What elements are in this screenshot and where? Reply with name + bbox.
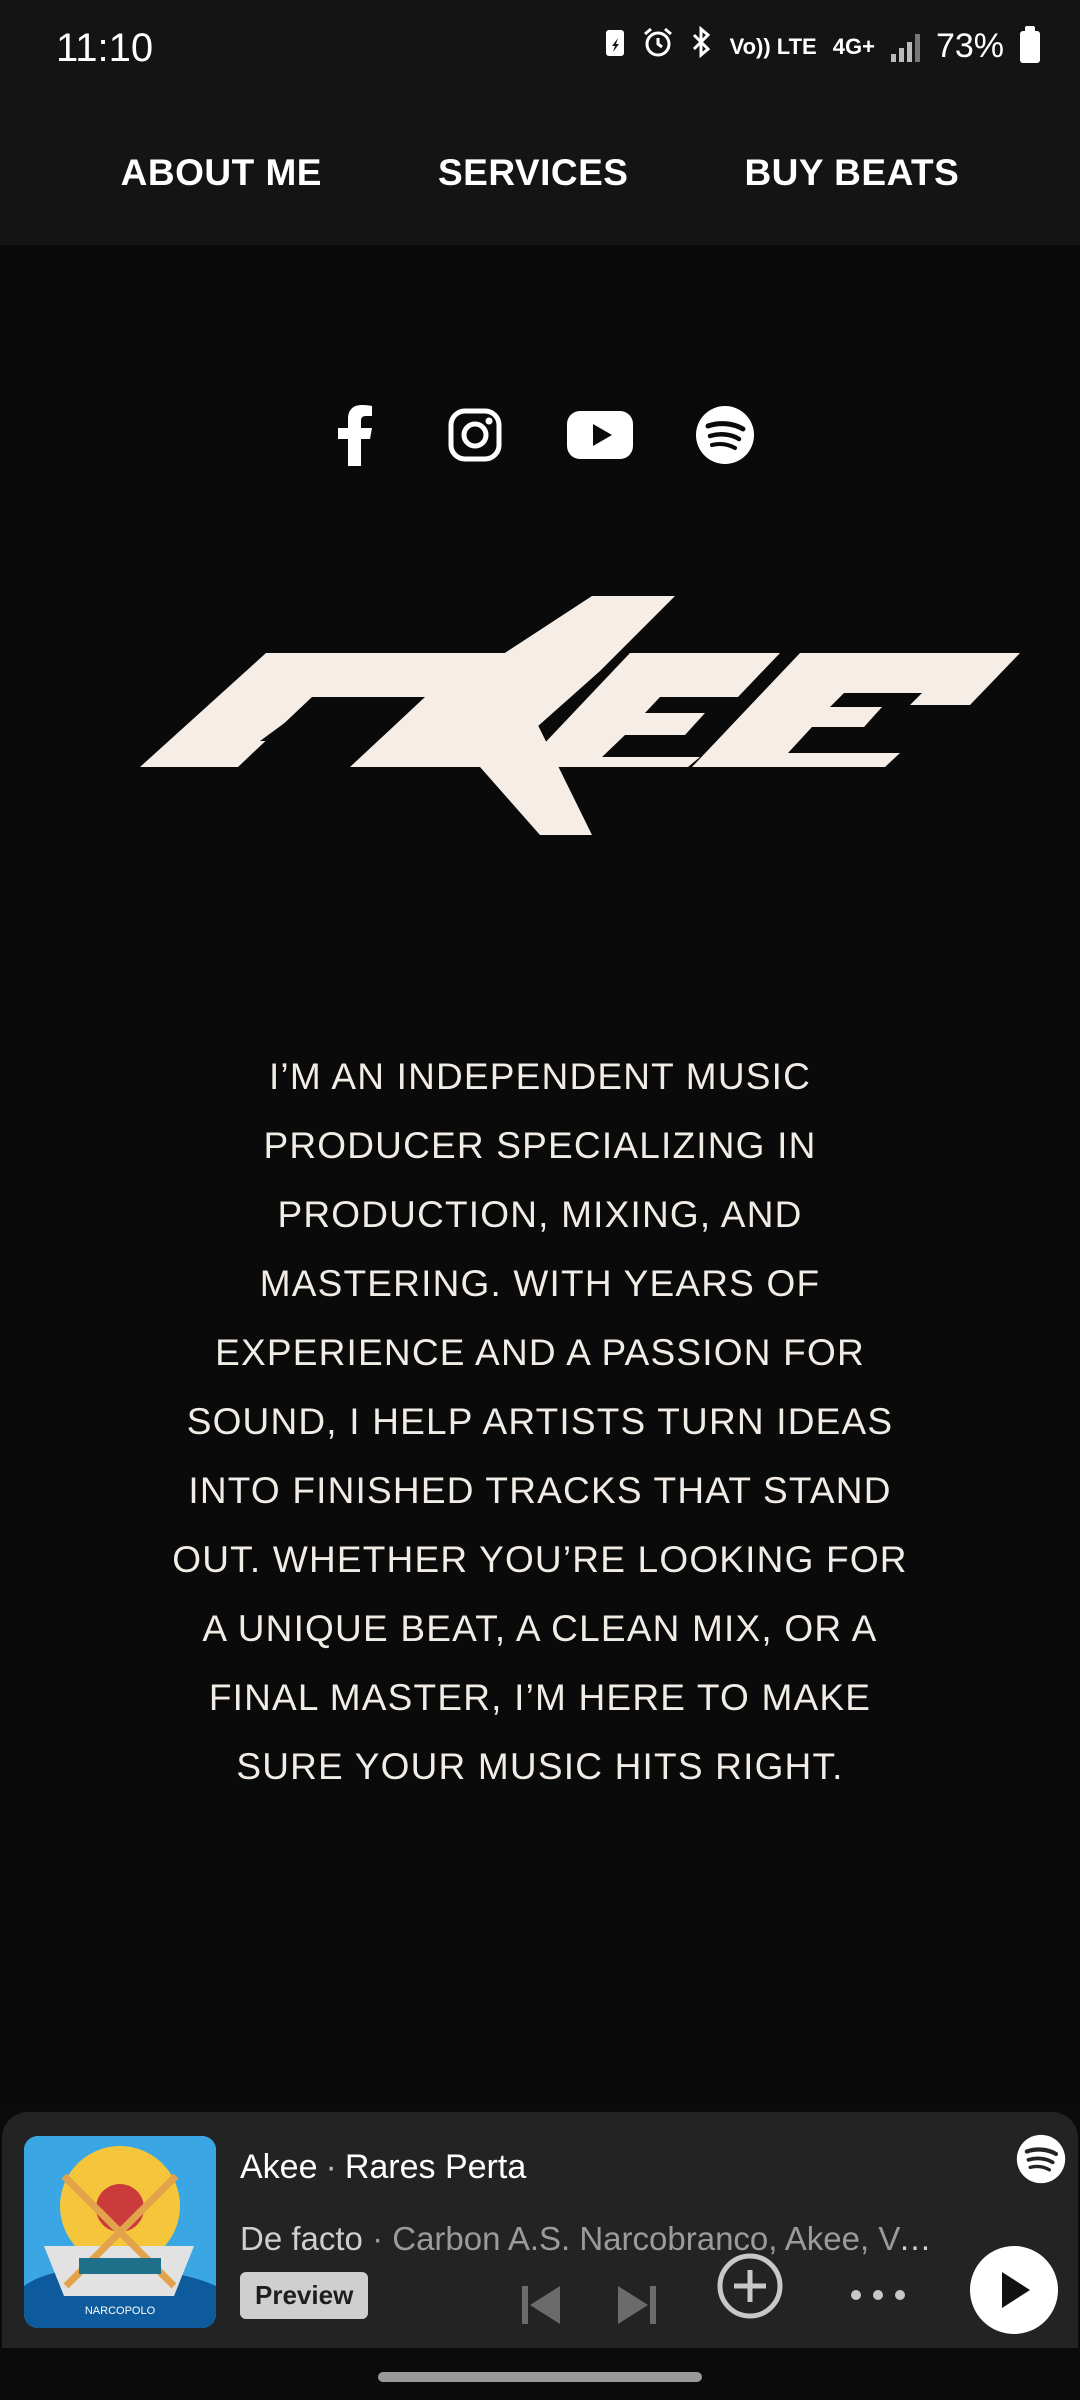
nav-services[interactable]: SERVICES: [438, 152, 628, 194]
add-to-library-icon[interactable]: [716, 2252, 784, 2325]
track-title[interactable]: De facto: [240, 2220, 363, 2257]
spotify-player: NARCOPOLO Akee · Rares Perta De facto · Ca…: [2, 2112, 1078, 2348]
alarm-icon: [642, 26, 674, 67]
bio-text: I’M AN INDEPENDENT MUSIC PRODUCER SPECIA…: [172, 1056, 908, 1787]
home-indicator[interactable]: [378, 2372, 702, 2382]
social-links: [0, 400, 1080, 470]
track-artists: Carbon A.S. Narcobranco, Akee, Ve...: [392, 2220, 940, 2257]
battery-icon: [1020, 25, 1040, 63]
instagram-icon[interactable]: [440, 400, 510, 470]
battery-percent: 73%: [935, 27, 1004, 65]
bluetooth-icon: [690, 25, 714, 67]
akee-logo: akee: [140, 595, 1020, 835]
main-content: akee I’M AN INDEPENDENT MUSIC PRODUCER S…: [0, 245, 1080, 2322]
play-icon: [1002, 2272, 1030, 2308]
youtube-icon[interactable]: [560, 400, 640, 470]
status-bar: 11:10 Vo)) LTE 4G+ 73%: [0, 0, 1080, 100]
play-button[interactable]: [970, 2246, 1058, 2334]
network-indicator: 4G+: [832, 33, 875, 59]
preview-badge: Preview: [240, 2272, 369, 2319]
status-time: 11:10: [56, 26, 154, 70]
more-options-icon[interactable]: [848, 2288, 908, 2307]
album-cover-text: NARCOPOLO: [85, 2305, 156, 2317]
player-track[interactable]: De facto · Carbon A.S. Narcobranco, Akee…: [240, 2220, 940, 2258]
status-icons: Vo)) LTE 4G+ 73%: [604, 25, 1040, 67]
previous-track-icon[interactable]: [518, 2282, 564, 2333]
signal-icon: [890, 32, 920, 62]
top-navigation: ABOUT ME SERVICES BUY BEATS: [0, 100, 1080, 245]
facebook-icon[interactable]: [320, 400, 390, 470]
next-track-icon[interactable]: [614, 2282, 660, 2333]
nav-about-me[interactable]: ABOUT ME: [121, 152, 322, 194]
battery-saver-icon: [604, 26, 626, 67]
nav-buy-beats[interactable]: BUY BEATS: [744, 152, 959, 194]
artist-name[interactable]: Akee: [240, 2148, 318, 2186]
spotify-logo-icon: [1016, 2134, 1066, 2184]
album-cover[interactable]: NARCOPOLO: [24, 2136, 216, 2328]
player-artists[interactable]: Akee · Rares Perta: [240, 2148, 526, 2187]
spotify-icon[interactable]: [690, 400, 760, 470]
artist-name-2[interactable]: Rares Perta: [345, 2148, 526, 2186]
volte-indicator: Vo)) LTE: [729, 33, 817, 59]
